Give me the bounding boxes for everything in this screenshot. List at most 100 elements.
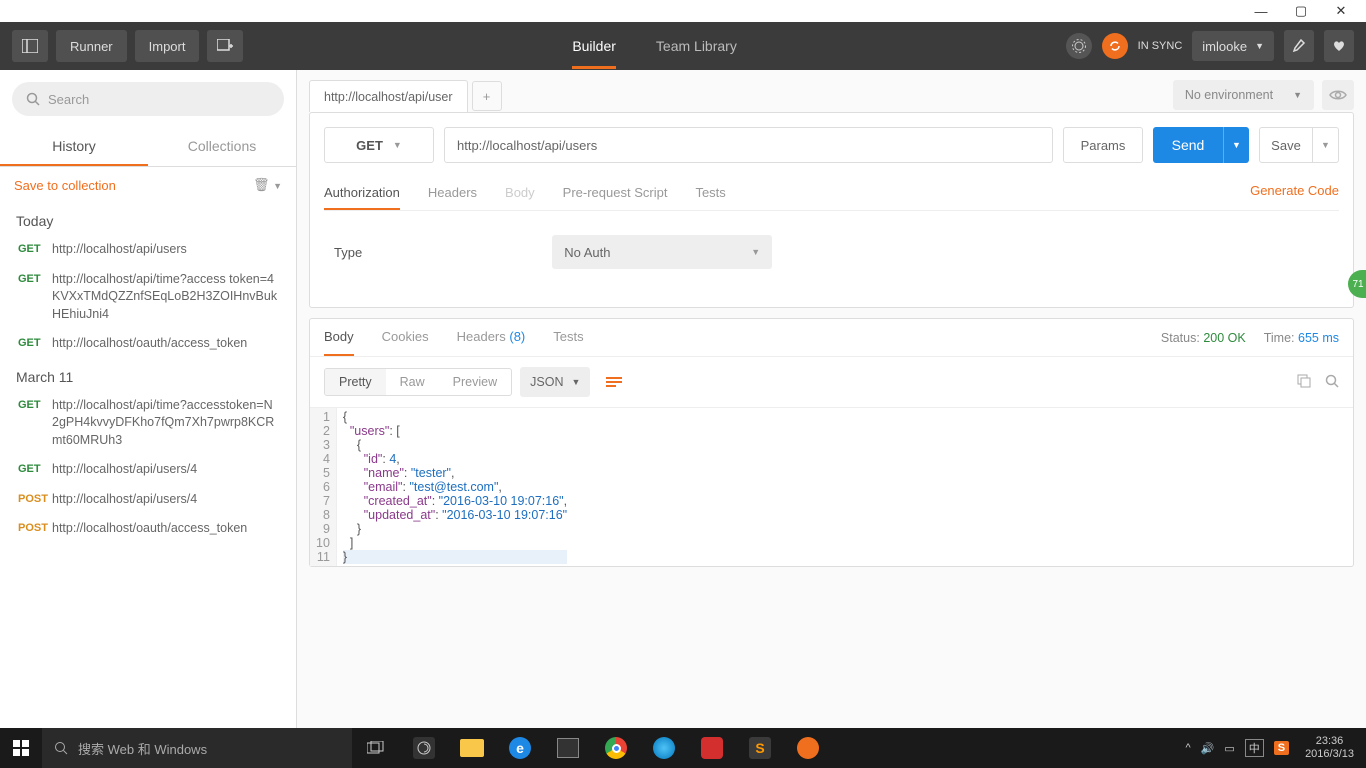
copy-response-button[interactable] [1297,374,1311,391]
interceptor-icon[interactable] [1066,33,1092,59]
wrap-lines-button[interactable] [598,367,630,397]
history-method: POST [18,491,52,509]
auth-type-dropdown[interactable]: No Auth▼ [552,235,772,269]
explorer-icon[interactable] [448,728,496,768]
history-url: http://localhost/oauth/access_token [52,520,278,538]
close-button[interactable]: ✕ [1334,4,1348,18]
format-preview[interactable]: Preview [439,369,511,395]
sogou-icon[interactable]: S [1274,742,1289,754]
history-method: GET [18,241,52,259]
method-selector[interactable]: GET▼ [324,127,434,163]
tab-builder[interactable]: Builder [572,24,616,69]
history-item[interactable]: POSThttp://localhost/oauth/access_token [0,514,296,544]
request-panel: GET▼ http://localhost/api/users Params S… [309,112,1354,308]
tab-headers[interactable]: Headers [428,177,477,210]
content-area: 71 http://localhost/api/user + No enviro… [297,70,1366,728]
search-input[interactable]: Search [12,82,284,116]
netease-icon[interactable] [688,728,736,768]
start-button[interactable] [0,728,42,768]
history-item[interactable]: POSThttp://localhost/api/users/4 [0,485,296,515]
app-icon[interactable] [640,728,688,768]
search-icon [54,741,68,755]
history-method: POST [18,520,52,538]
ime-indicator[interactable]: 中 [1245,739,1264,757]
environment-preview-button[interactable] [1322,80,1354,110]
tray-icon[interactable]: ▭ [1224,742,1234,755]
history-method: GET [18,461,52,479]
toggle-sidebar-button[interactable] [12,30,48,62]
minimize-button[interactable]: — [1254,4,1268,18]
app-icon[interactable] [400,728,448,768]
send-dropdown[interactable]: ▼ [1223,127,1249,163]
format-type-dropdown[interactable]: JSON▼ [520,367,590,397]
response-body[interactable]: 1234567891011 { "users": [ { "id": 4, "n… [310,407,1353,566]
url-input[interactable]: http://localhost/api/users [444,127,1053,163]
import-button[interactable]: Import [135,30,200,62]
response-status: 200 OK [1203,331,1245,345]
tab-prerequest[interactable]: Pre-request Script [563,177,668,210]
taskbar-search[interactable]: 搜索 Web 和 Windows [42,728,352,768]
history-item[interactable]: GEThttp://localhost/api/time?accesstoken… [0,391,296,456]
chrome-icon[interactable] [592,728,640,768]
format-raw[interactable]: Raw [386,369,439,395]
new-window-button[interactable] [207,30,243,62]
history-method: GET [18,271,52,324]
history-url: http://localhost/api/time?access token=4… [52,271,278,324]
clock[interactable]: 23:362016/3/13 [1299,735,1360,761]
history-method: GET [18,335,52,353]
heart-button[interactable] [1324,30,1354,62]
history-url: http://localhost/api/users/4 [52,461,278,479]
edge-icon[interactable]: e [496,728,544,768]
auth-type-label: Type [334,245,362,260]
maximize-button[interactable]: ▢ [1294,4,1308,18]
history-item[interactable]: GEThttp://localhost/api/users/4 [0,455,296,485]
trash-icon[interactable]: 🗑 ▼ [253,177,282,193]
history-url: http://localhost/api/users/4 [52,491,278,509]
format-pretty[interactable]: Pretty [325,369,386,395]
send-button[interactable]: Send [1153,127,1223,163]
request-tab[interactable]: http://localhost/api/user [309,80,468,112]
app-toolbar: Runner Import Builder Team Library IN SY… [0,22,1366,70]
history-item[interactable]: GEThttp://localhost/oauth/access_token [0,329,296,359]
add-tab-button[interactable]: + [472,81,502,111]
sidebar-tab-collections[interactable]: Collections [148,128,296,166]
history-group-header: March 11 [0,359,296,391]
taskbar: 搜索 Web 和 Windows e S ^ 🔊 ▭ 中 S 23:362016… [0,728,1366,768]
history-url: http://localhost/api/time?accesstoken=N2… [52,397,278,450]
history-item[interactable]: GEThttp://localhost/api/time?access toke… [0,265,296,330]
sidebar: Search History Collections Save to colle… [0,70,297,728]
store-icon[interactable] [544,728,592,768]
sublime-icon[interactable]: S [736,728,784,768]
tray-chevron-icon[interactable]: ^ [1185,742,1190,754]
history-method: GET [18,397,52,450]
history-item[interactable]: GEThttp://localhost/api/users [0,235,296,265]
task-view-icon[interactable] [352,728,400,768]
sidebar-tab-history[interactable]: History [0,128,148,166]
generate-code-link[interactable]: Generate Code [1250,183,1339,198]
runner-button[interactable]: Runner [56,30,127,62]
search-response-button[interactable] [1325,374,1339,391]
response-tab-body[interactable]: Body [324,319,354,356]
tab-tests[interactable]: Tests [695,177,725,210]
search-icon [26,92,40,106]
save-dropdown[interactable]: ▼ [1313,127,1339,163]
history-url: http://localhost/api/users [52,241,278,259]
save-button[interactable]: Save [1259,127,1313,163]
settings-button[interactable] [1284,30,1314,62]
tab-authorization[interactable]: Authorization [324,177,400,210]
save-to-collection-link[interactable]: Save to collection [14,178,116,193]
postman-icon[interactable] [784,728,832,768]
environment-dropdown[interactable]: No environment▼ [1173,80,1314,110]
params-button[interactable]: Params [1063,127,1143,163]
response-tab-headers[interactable]: Headers (8) [457,319,526,356]
sync-icon[interactable] [1102,33,1128,59]
response-panel: Body Cookies Headers (8) Tests Status: 2… [309,318,1354,567]
tab-team-library[interactable]: Team Library [656,24,737,69]
tab-body[interactable]: Body [505,177,535,210]
sync-status: IN SYNC [1138,40,1183,52]
user-dropdown[interactable]: imlooke▼ [1192,31,1274,61]
response-tab-tests[interactable]: Tests [553,319,583,356]
volume-icon[interactable]: 🔊 [1201,742,1215,755]
response-tab-cookies[interactable]: Cookies [382,319,429,356]
response-time: 655 ms [1298,331,1339,345]
